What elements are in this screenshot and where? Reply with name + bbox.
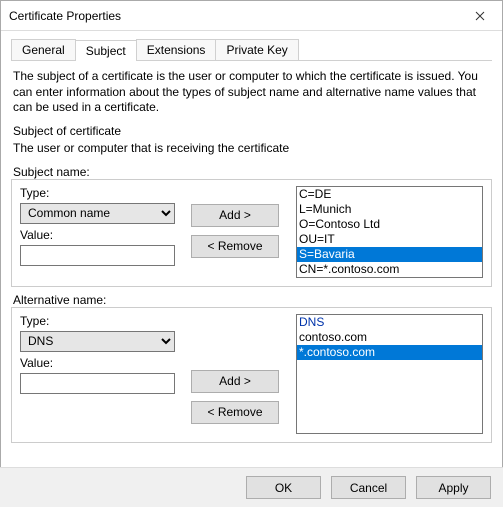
alt-list[interactable]: DNS contoso.com *.contoso.com [296, 314, 483, 434]
alternative-name-legend: Alternative name: [13, 293, 490, 307]
window-title: Certificate Properties [9, 9, 121, 23]
titlebar: Certificate Properties [1, 1, 502, 31]
content-area: General Subject Extensions Private Key T… [1, 31, 502, 453]
alt-value-input[interactable] [20, 373, 175, 394]
subject-list[interactable]: C=DE L=Munich O=Contoso Ltd OU=IT S=Bava… [296, 186, 483, 278]
list-item[interactable]: CN=*.contoso.com [297, 262, 482, 277]
subject-type-label: Type: [20, 186, 180, 200]
subject-value-label: Value: [20, 228, 180, 242]
list-item[interactable]: C=DE [297, 187, 482, 202]
tab-extensions[interactable]: Extensions [136, 39, 217, 60]
subject-value-input[interactable] [20, 245, 175, 266]
alt-type-select[interactable]: DNS [20, 331, 175, 352]
alt-value-label: Value: [20, 356, 180, 370]
subject-name-legend: Subject name: [13, 165, 490, 179]
alternative-name-panel: Type: DNS Value: Add > < Remove DNS cont… [11, 307, 492, 443]
alt-remove-button[interactable]: < Remove [191, 401, 279, 424]
list-item[interactable]: O=Contoso Ltd [297, 217, 482, 232]
list-item[interactable]: S=Bavaria [297, 247, 482, 262]
list-item[interactable]: *.contoso.com [297, 345, 482, 360]
close-button[interactable] [457, 1, 502, 31]
close-icon [475, 11, 485, 21]
alt-add-button[interactable]: Add > [191, 370, 279, 393]
dialog-footer: OK Cancel Apply [0, 467, 503, 507]
subject-remove-button[interactable]: < Remove [191, 235, 279, 258]
subject-heading: Subject of certificate [13, 124, 490, 140]
list-item[interactable]: contoso.com [297, 330, 482, 345]
list-item[interactable]: OU=IT [297, 232, 482, 247]
tab-general[interactable]: General [11, 39, 76, 60]
list-item[interactable]: L=Munich [297, 202, 482, 217]
subject-subheading: The user or computer that is receiving t… [13, 141, 490, 157]
tab-bar: General Subject Extensions Private Key [11, 39, 492, 61]
alt-type-label: Type: [20, 314, 180, 328]
subject-name-panel: Type: Common name Value: Add > < Remove … [11, 179, 492, 287]
apply-button[interactable]: Apply [416, 476, 491, 499]
ok-button[interactable]: OK [246, 476, 321, 499]
subject-type-select[interactable]: Common name [20, 203, 175, 224]
cancel-button[interactable]: Cancel [331, 476, 406, 499]
subject-add-button[interactable]: Add > [191, 204, 279, 227]
tab-private-key[interactable]: Private Key [215, 39, 298, 60]
description-text: The subject of a certificate is the user… [13, 69, 490, 116]
list-heading: DNS [297, 315, 482, 330]
tab-subject[interactable]: Subject [75, 40, 137, 61]
